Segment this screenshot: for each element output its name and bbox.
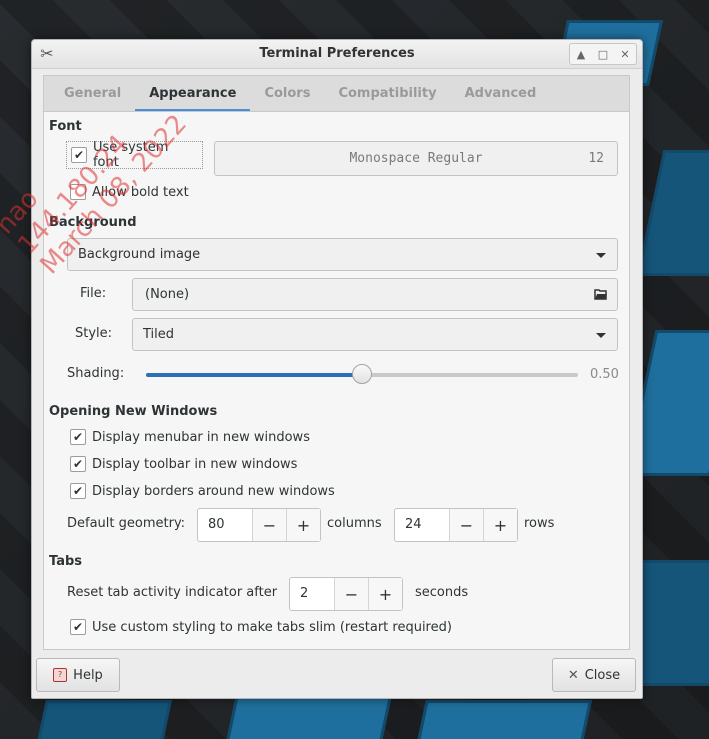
wallpaper-block [414, 700, 592, 739]
plus-icon[interactable]: + [483, 509, 517, 541]
columns-label: columns [327, 516, 382, 531]
tab-colors[interactable]: Colors [250, 76, 324, 112]
check-icon: ✔ [70, 619, 86, 635]
help-button[interactable]: ? Help [36, 658, 120, 692]
reset-tab-activity-label: Reset tab activity indicator after [67, 585, 278, 600]
chevron-down-icon [596, 252, 606, 258]
check-icon: ✔ [70, 456, 86, 472]
menubar-checkbox[interactable]: ✔ Display menubar in new windows [70, 429, 310, 445]
button-label: Help [73, 667, 103, 683]
font-name: Monospace Regular [349, 151, 483, 166]
shading-label: Shading: [67, 366, 125, 381]
check-icon: ✔ [70, 429, 86, 445]
plus-icon[interactable]: + [368, 578, 402, 610]
file-value: (None) [145, 287, 190, 302]
tab-compatibility[interactable]: Compatibility [324, 76, 450, 112]
shading-value: 0.50 [590, 367, 619, 382]
folder-open-icon [594, 289, 607, 300]
rows-spinner[interactable]: 24 − + [394, 508, 518, 542]
window-controls: ▲ □ ✕ [569, 43, 637, 65]
spinner-value[interactable]: 80 [198, 509, 252, 541]
slider-handle[interactable] [352, 364, 372, 384]
close-icon: ✕ [567, 667, 579, 683]
new-windows-heading: Opening New Windows [49, 404, 218, 419]
spinner-value[interactable]: 2 [290, 578, 334, 610]
checkbox-label: Use custom styling to make tabs slim (re… [92, 619, 452, 635]
style-label: Style: [75, 326, 113, 341]
maximize-icon[interactable]: □ [592, 44, 614, 64]
up-icon[interactable]: ▲ [570, 44, 592, 64]
help-icon: ? [53, 668, 68, 682]
slider-fill [146, 373, 362, 377]
button-label: Close [584, 667, 621, 683]
chevron-down-icon [596, 332, 606, 338]
toolbar-checkbox[interactable]: ✔ Display toolbar in new windows [70, 456, 297, 472]
background-style-dropdown[interactable]: Tiled [132, 318, 618, 351]
spinner-value[interactable]: 24 [395, 509, 449, 541]
close-button[interactable]: ✕ Close [552, 658, 636, 692]
slim-tabs-checkbox[interactable]: ✔ Use custom styling to make tabs slim (… [70, 619, 452, 635]
tab-advanced[interactable]: Advanced [451, 76, 551, 112]
font-size: 12 [588, 151, 604, 166]
window-title: Terminal Preferences [259, 46, 415, 61]
title-bar[interactable]: ✂ Terminal Preferences ▲ □ ✕ [32, 40, 642, 69]
checkbox-label: Display toolbar in new windows [92, 456, 298, 472]
tabs-heading: Tabs [49, 554, 83, 569]
dropdown-value: Tiled [143, 327, 175, 342]
wallpaper-block [636, 150, 709, 276]
seconds-label: seconds [415, 585, 469, 600]
file-label: File: [80, 286, 107, 301]
minus-icon[interactable]: − [252, 509, 286, 541]
shading-slider[interactable] [146, 364, 578, 384]
default-geometry-label: Default geometry: [67, 516, 186, 531]
borders-checkbox[interactable]: ✔ Display borders around new windows [70, 483, 335, 499]
reset-seconds-spinner[interactable]: 2 − + [289, 577, 403, 611]
dropdown-value: Background image [78, 247, 201, 262]
background-file-chooser[interactable]: (None) [132, 278, 618, 311]
checkbox-label: Display borders around new windows [92, 483, 335, 499]
check-icon: ✔ [70, 483, 86, 499]
minus-icon[interactable]: − [334, 578, 368, 610]
columns-spinner[interactable]: 80 − + [197, 508, 321, 542]
checkbox-label: Display menubar in new windows [92, 429, 310, 445]
close-icon[interactable]: ✕ [614, 44, 636, 64]
wallpaper-block [34, 700, 172, 739]
font-chooser-button[interactable]: Monospace Regular 12 [214, 141, 618, 176]
plus-icon[interactable]: + [286, 509, 320, 541]
background-type-dropdown[interactable]: Background image [67, 238, 618, 271]
rows-label: rows [524, 516, 555, 531]
minus-icon[interactable]: − [449, 509, 483, 541]
